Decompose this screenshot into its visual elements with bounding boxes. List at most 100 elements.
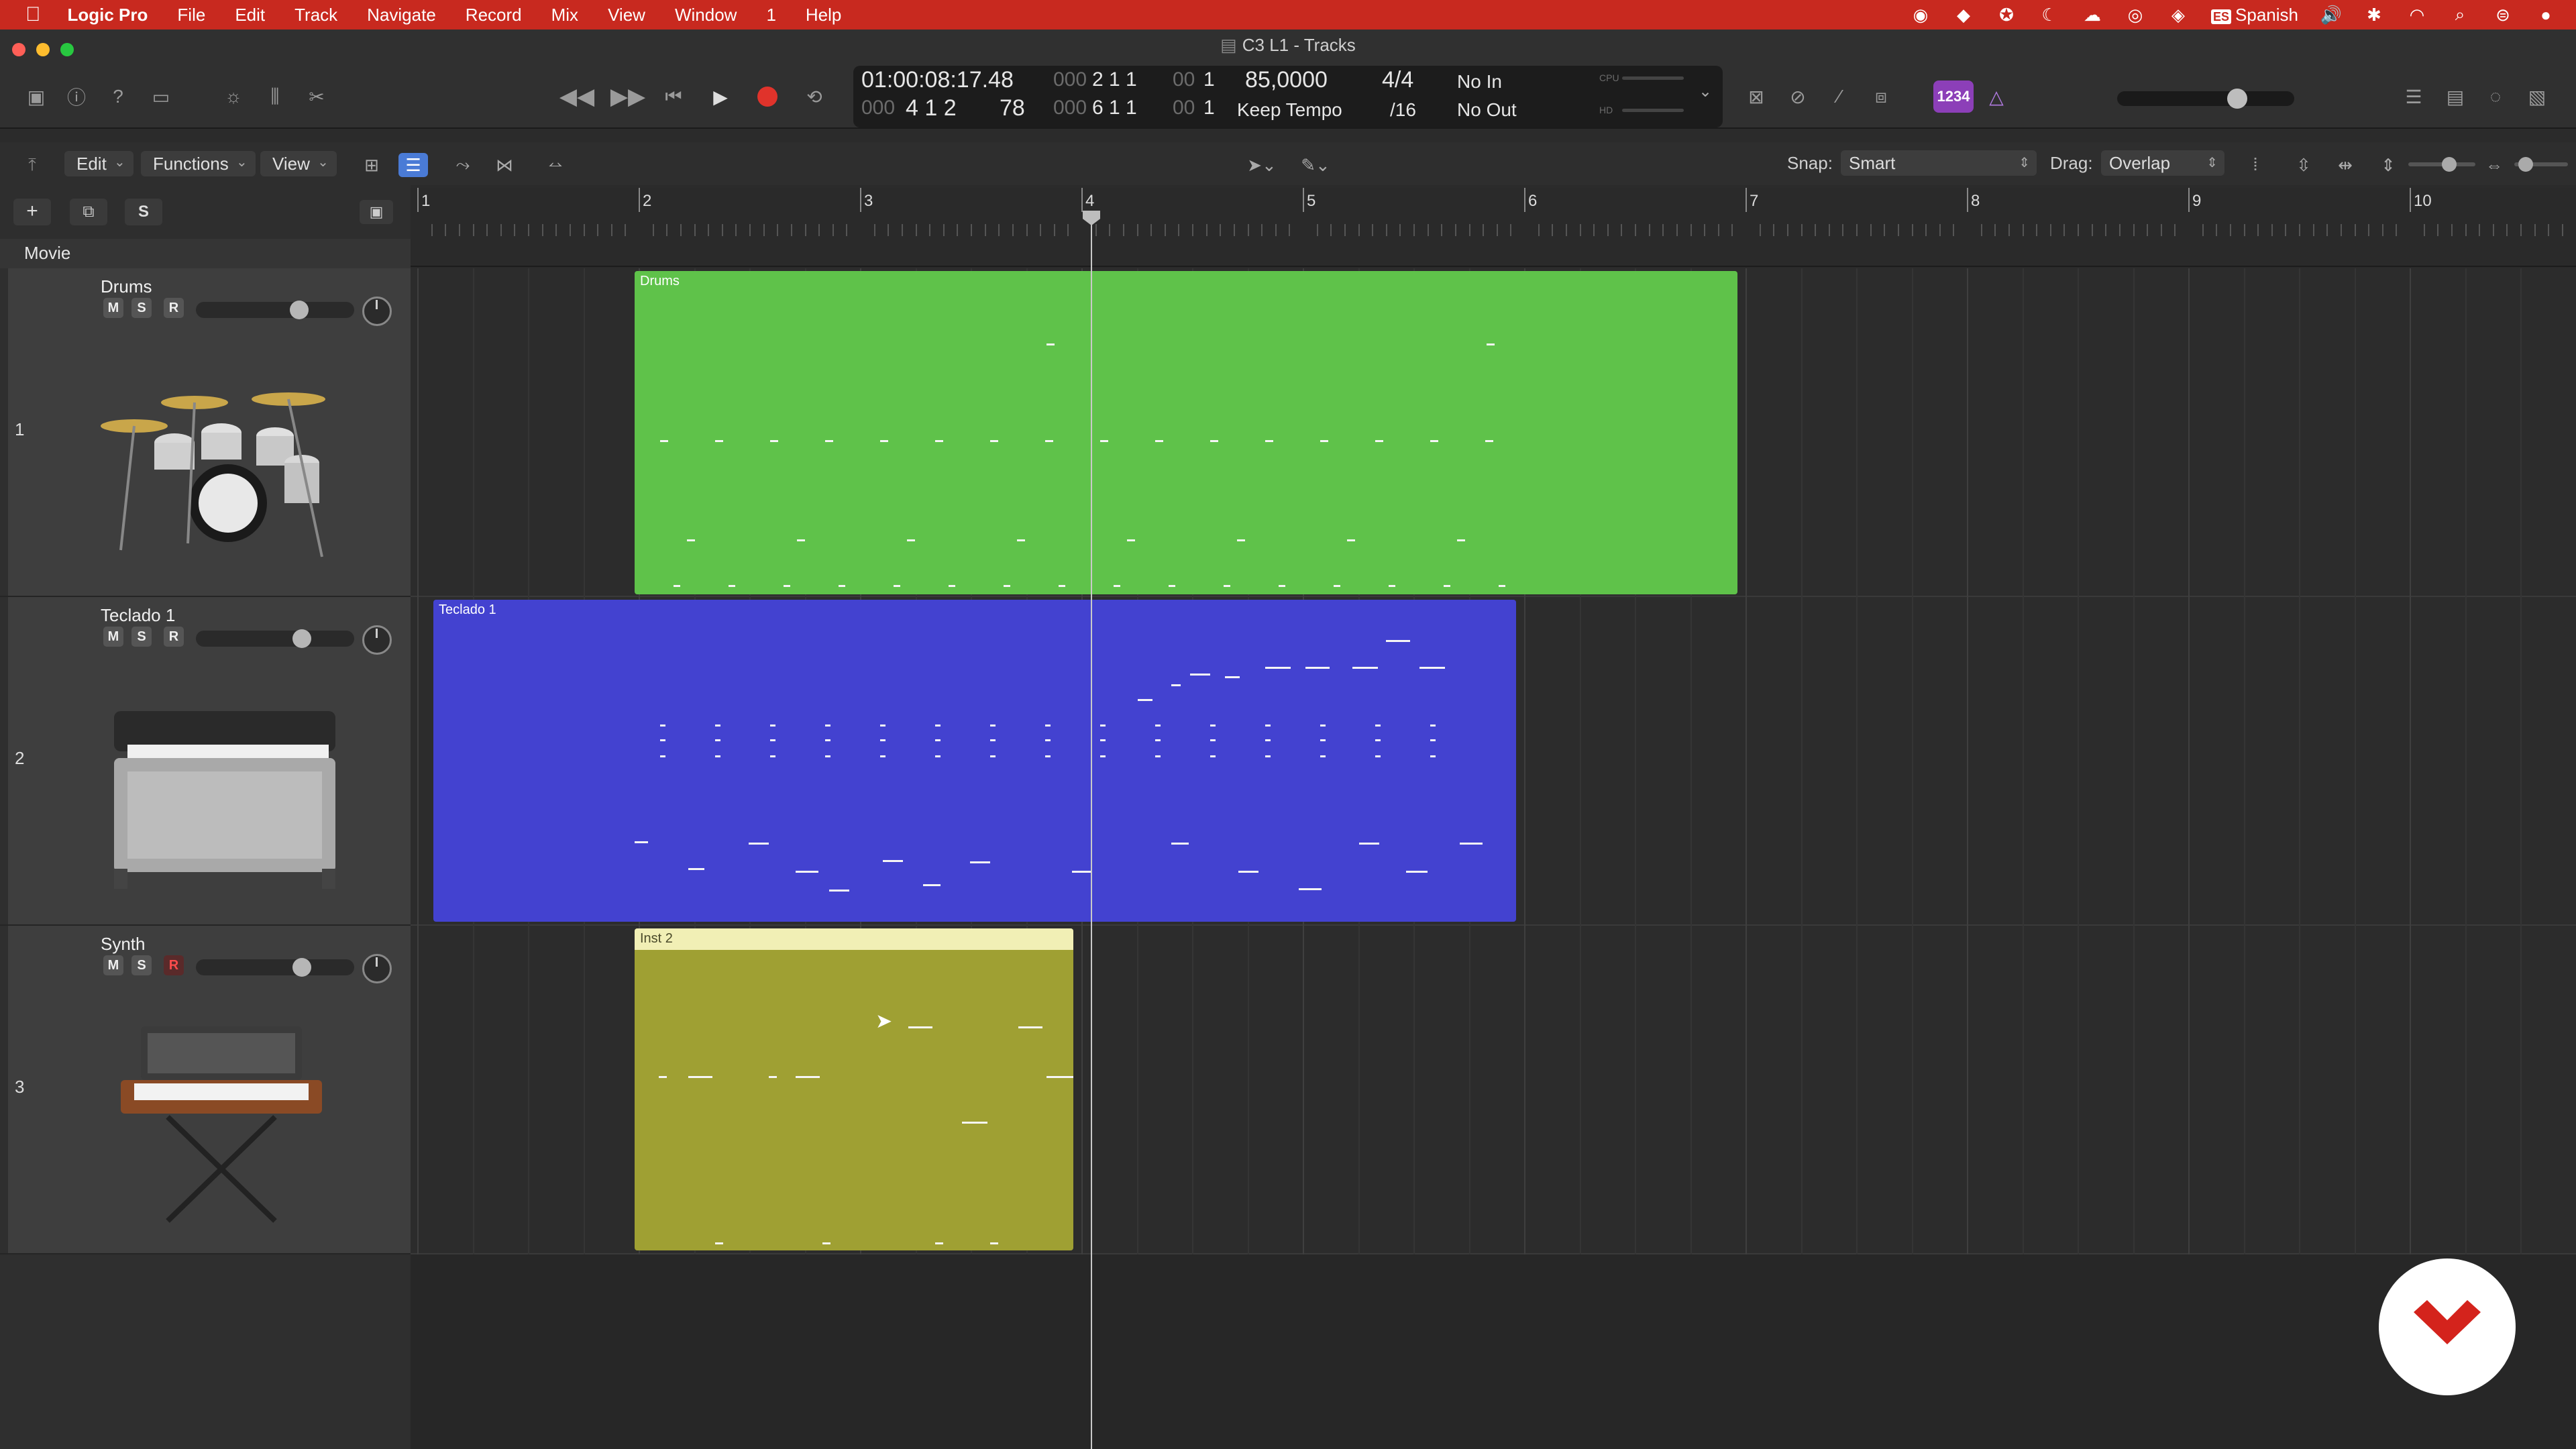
track-header-teclado[interactable]: 2 Teclado 1 M S R <box>0 597 411 926</box>
menu-1[interactable]: 1 <box>766 5 775 25</box>
midi-note[interactable] <box>907 539 915 541</box>
track-name[interactable]: Synth <box>101 934 146 955</box>
horizontal-zoom-slider[interactable] <box>2514 157 2568 172</box>
vertical-fit-icon[interactable]: ⇳ <box>2289 153 2318 177</box>
midi-note[interactable] <box>1375 440 1383 442</box>
midi-note[interactable] <box>796 1076 820 1078</box>
midi-note[interactable] <box>749 843 769 845</box>
bluetooth-icon[interactable]: ✱ <box>2364 5 2384 25</box>
midi-note[interactable] <box>825 440 833 442</box>
midi-note[interactable] <box>839 585 845 587</box>
flex-icon[interactable]: ⋈ <box>490 153 519 177</box>
midi-note[interactable] <box>1419 667 1445 669</box>
midi-note[interactable] <box>796 871 818 873</box>
midi-note[interactable] <box>1375 755 1381 757</box>
midi-note[interactable] <box>908 1026 932 1028</box>
grid-view-icon[interactable]: ⊞ <box>357 153 386 177</box>
view-menu[interactable]: View ⌄ <box>260 151 337 176</box>
midi-note[interactable] <box>1265 739 1271 741</box>
midi-note[interactable] <box>1155 724 1161 727</box>
midi-note[interactable] <box>1155 755 1161 757</box>
midi-note[interactable] <box>935 724 941 727</box>
master-volume-slider[interactable] <box>2117 89 2294 109</box>
midi-note[interactable] <box>1320 440 1328 442</box>
midi-note[interactable] <box>674 585 680 587</box>
back-icon[interactable]: ⤒ <box>17 153 47 177</box>
midi-note[interactable] <box>1347 539 1355 541</box>
record-enable-button[interactable]: R <box>164 955 184 975</box>
midi-note[interactable] <box>1430 440 1438 442</box>
midi-note[interactable] <box>1100 440 1108 442</box>
track-name[interactable]: Teclado 1 <box>101 605 175 626</box>
midi-note[interactable] <box>1224 585 1230 587</box>
midi-note[interactable] <box>990 724 996 727</box>
midi-note[interactable] <box>1444 585 1450 587</box>
midi-note[interactable] <box>1018 1026 1042 1028</box>
library-icon[interactable]: ▣ <box>23 83 50 110</box>
menu-edit[interactable]: Edit <box>235 5 265 25</box>
midi-note[interactable] <box>1059 585 1065 587</box>
midi-note[interactable] <box>797 539 805 541</box>
list-view-icon[interactable]: ☰ <box>398 153 428 177</box>
track-list-empty[interactable] <box>0 1254 411 1449</box>
midi-note[interactable] <box>1225 676 1240 678</box>
catch-icon[interactable]: ⥎ <box>541 153 570 177</box>
lcd-chevron-down-icon[interactable]: ⌄ <box>1699 82 1712 101</box>
midi-note[interactable] <box>1171 843 1189 845</box>
midi-note[interactable] <box>1389 585 1395 587</box>
midi-note[interactable] <box>829 890 849 892</box>
wifi-icon[interactable]: ◠ <box>2407 5 2427 25</box>
midi-note[interactable] <box>1265 755 1271 757</box>
menu-record[interactable]: Record <box>466 5 522 25</box>
midi-note[interactable] <box>770 440 778 442</box>
menu-file[interactable]: File <box>177 5 205 25</box>
midi-note[interactable] <box>935 739 941 741</box>
midi-note[interactable] <box>935 440 943 442</box>
record-enable-button[interactable]: R <box>164 298 184 318</box>
midi-note[interactable] <box>1430 724 1436 727</box>
global-solo-button[interactable]: S <box>125 199 162 225</box>
midi-note[interactable] <box>687 539 695 541</box>
quick-help-icon[interactable]: ? <box>105 83 131 110</box>
mute-button[interactable]: M <box>103 298 123 318</box>
midi-note[interactable] <box>660 739 665 741</box>
menu-help[interactable]: Help <box>806 5 841 25</box>
midi-note[interactable] <box>822 1242 830 1244</box>
midi-note[interactable] <box>990 440 998 442</box>
drag-select[interactable]: Overlap ⇕ <box>2101 150 2224 176</box>
tuner-icon[interactable]: ⊘ <box>1784 83 1811 110</box>
waveform-zoom-icon[interactable]: ⦙ <box>2241 153 2270 177</box>
midi-note[interactable] <box>1210 724 1216 727</box>
smart-controls-icon[interactable]: ☼ <box>220 83 247 110</box>
midi-note[interactable] <box>1457 539 1465 541</box>
edit-menu[interactable]: Edit ⌄ <box>64 151 133 176</box>
midi-note[interactable] <box>1265 440 1273 442</box>
midi-note[interactable] <box>1487 343 1495 345</box>
movie-track[interactable]: Movie <box>0 239 411 270</box>
volume-icon[interactable]: 🔊 <box>2320 5 2342 25</box>
solo-icon[interactable]: ⁄ <box>1826 83 1853 110</box>
midi-note[interactable] <box>1171 684 1181 686</box>
midi-note[interactable] <box>970 861 990 863</box>
midi-note[interactable] <box>962 1122 987 1124</box>
menu-view[interactable]: View <box>608 5 645 25</box>
volume-slider[interactable] <box>196 301 354 319</box>
global-tracks-icon[interactable]: ▣ <box>360 200 393 224</box>
moon-icon[interactable]: ☾ <box>2039 5 2059 25</box>
midi-note[interactable] <box>1210 440 1218 442</box>
midi-note[interactable] <box>825 755 830 757</box>
midi-note[interactable] <box>769 1076 777 1078</box>
midi-note[interactable] <box>1169 585 1175 587</box>
playhead[interactable] <box>1091 213 1092 1449</box>
midi-note[interactable] <box>1004 585 1010 587</box>
pan-knob[interactable] <box>362 297 392 326</box>
midi-note[interactable] <box>1237 539 1245 541</box>
toolbar-icon[interactable]: ▭ <box>148 83 174 110</box>
midi-note[interactable] <box>923 884 941 886</box>
lcd-display[interactable]: 01:00:08:17.48 000 2 1 1 00 1 000 4 1 2 … <box>853 66 1723 127</box>
menu-app-name[interactable]: Logic Pro <box>68 5 148 25</box>
ruler[interactable]: 1 2 3 4 5 6 7 8 9 10 <box>411 188 2576 267</box>
mixer-icon[interactable]: ⫼ <box>262 83 288 110</box>
midi-note[interactable] <box>1155 440 1163 442</box>
play-circle-icon[interactable]: ◎ <box>2125 5 2145 25</box>
